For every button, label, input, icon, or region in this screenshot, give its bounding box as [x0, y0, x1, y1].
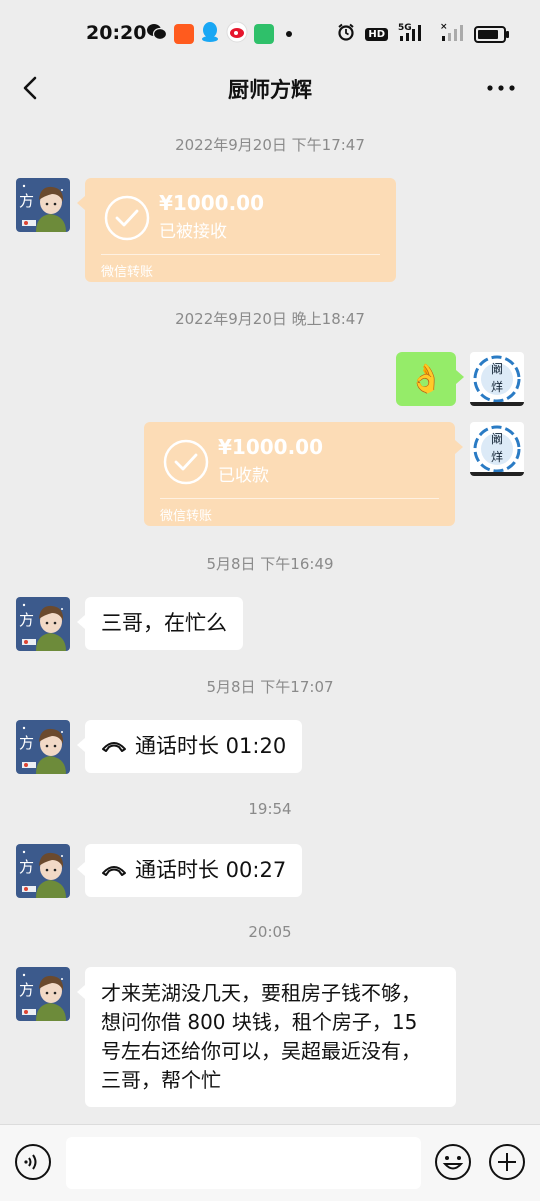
system-indicators: HD 5G × [337, 20, 509, 48]
call-record-bubble[interactable]: 通话时长 01:20 [76, 720, 303, 773]
avatar-char: 方 [19, 981, 35, 999]
battery-level [478, 29, 498, 39]
avatar[interactable]: 方 [16, 844, 70, 898]
avatar-self[interactable]: 阚 烊 [470, 352, 524, 406]
avatar-char: 方 [19, 192, 35, 210]
transfer-source: 微信转账 [160, 509, 213, 524]
avatar-self[interactable]: 阚 烊 [470, 422, 524, 476]
emoji-icon[interactable] [434, 1143, 472, 1181]
app-store-icon [254, 24, 274, 44]
avatar-char: 方 [19, 858, 35, 876]
message-bubble[interactable]: 才来芜湖没几天，要租房子钱不够，想问你借 800 块钱，租个房子，15 号左右还… [77, 967, 456, 1107]
transfer-card[interactable]: ¥1000.00 已被接收 微信转账 [77, 178, 396, 282]
call-duration: 通话时长 00:27 [135, 858, 287, 882]
phone-hangup-icon [101, 857, 127, 876]
transfer-status: 已收款 [218, 466, 269, 486]
chat-header: 厨师方辉 [0, 64, 540, 112]
divider [101, 254, 380, 255]
taobao-icon [174, 24, 194, 44]
svg-text:5G: 5G [398, 23, 412, 33]
hd-badge: HD [365, 27, 388, 41]
ok-hand-emoji: 👌 [408, 362, 444, 395]
call-record-bubble[interactable]: 通话时长 00:27 [76, 844, 303, 897]
divider [160, 498, 439, 499]
notification-more-dot [286, 31, 292, 37]
timestamp: 19:54 [248, 800, 292, 818]
svg-text:×: × [440, 22, 448, 32]
seal-chars: 阚 烊 [490, 362, 503, 394]
timestamp: 5月8日 下午17:07 [206, 678, 334, 696]
check-circle-icon [162, 438, 210, 486]
avatar[interactable]: 方 [16, 178, 70, 232]
message-input[interactable] [66, 1137, 421, 1189]
avatar[interactable]: 方 [16, 720, 70, 774]
input-bar [0, 1124, 540, 1201]
wechat-icon [146, 22, 168, 46]
weibo-icon [226, 21, 248, 47]
transfer-amount: ¥1000.00 [218, 435, 324, 459]
status-time: 20:20 [86, 22, 147, 44]
transfer-source: 微信转账 [101, 265, 154, 280]
notification-icons [146, 21, 274, 47]
plus-icon[interactable] [488, 1143, 526, 1181]
message-text: 三哥，在忙么 [101, 611, 227, 635]
qq-icon [200, 21, 220, 47]
status-bar: 20:20 HD 5G × [0, 0, 540, 64]
more-dots-icon[interactable] [486, 74, 516, 102]
call-duration: 通话时长 01:20 [135, 734, 287, 758]
alarm-icon [337, 23, 355, 45]
transfer-status: 已被接收 [159, 222, 227, 242]
transfer-card[interactable]: ¥1000.00 已收款 微信转账 [144, 422, 463, 526]
signal-5g-icon: 5G [398, 22, 430, 46]
chat-title: 厨师方辉 [228, 78, 312, 102]
timestamp: 2022年9月20日 晚上18:47 [175, 310, 365, 328]
avatar[interactable]: 方 [16, 967, 70, 1021]
voice-icon[interactable] [14, 1143, 52, 1181]
seal-chars: 阚 烊 [490, 432, 503, 464]
avatar-char: 方 [19, 734, 35, 752]
timestamp: 2022年9月20日 下午17:47 [175, 136, 365, 154]
battery-icon [474, 25, 509, 43]
check-circle-icon [103, 194, 151, 242]
transfer-amount: ¥1000.00 [159, 191, 265, 215]
avatar-char: 方 [19, 611, 35, 629]
avatar[interactable]: 方 [16, 597, 70, 651]
signal-no-sim-icon: × [440, 22, 464, 46]
message-bubble-emoji[interactable]: 👌 [396, 352, 464, 406]
message-text: 才来芜湖没几天，要租房子钱不够，想问你借 800 块钱，租个房子，15 号左右还… [101, 981, 421, 1092]
timestamp: 20:05 [248, 923, 292, 941]
phone-hangup-icon [101, 733, 127, 752]
message-bubble[interactable]: 三哥，在忙么 [77, 597, 243, 650]
timestamp: 5月8日 下午16:49 [206, 555, 334, 573]
